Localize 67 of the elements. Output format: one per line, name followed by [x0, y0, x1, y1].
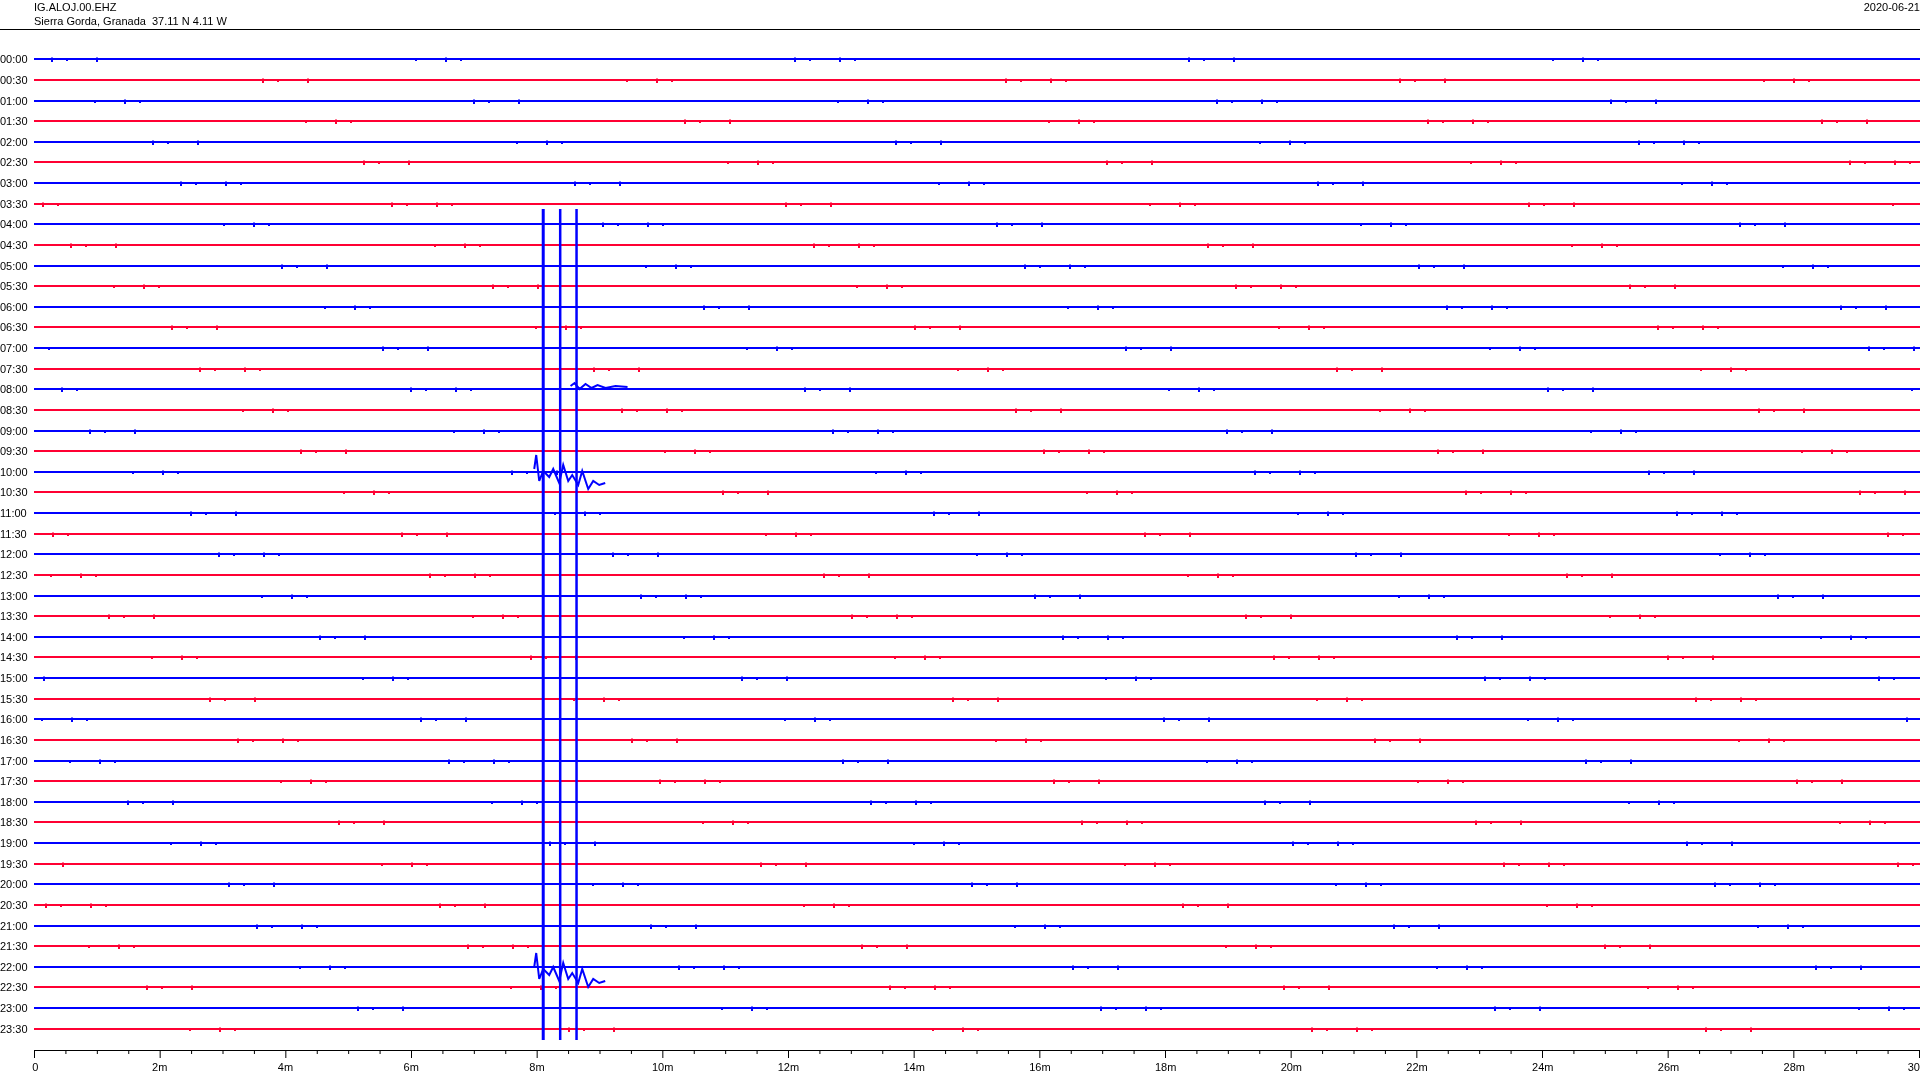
time-label: 08:00 — [0, 383, 28, 396]
time-label: 04:30 — [0, 238, 28, 251]
time-label: 01:30 — [0, 115, 28, 128]
tick-label: 18m — [1154, 1061, 1177, 1073]
time-label: 19:00 — [0, 837, 28, 850]
time-label: 12:30 — [0, 568, 28, 581]
time-label: 20:00 — [0, 878, 28, 891]
time-label: 16:30 — [0, 733, 28, 746]
time-label: 23:30 — [0, 1022, 28, 1035]
tick-label: 12m — [777, 1061, 800, 1073]
tick-label: 26m — [1657, 1061, 1680, 1073]
time-label: 19:30 — [0, 857, 28, 870]
time-label: 00:00 — [0, 53, 28, 66]
time-label: 05:00 — [0, 259, 28, 272]
time-label: 17:00 — [0, 754, 28, 767]
time-label: 11:00 — [0, 507, 27, 520]
time-label: 20:30 — [0, 898, 28, 911]
tick-label: 16m — [1029, 1061, 1051, 1073]
date-label: 2020-06-21 — [1863, 0, 1920, 14]
tick-label: 10m — [651, 1061, 674, 1073]
tick-label: 14m — [903, 1061, 925, 1073]
time-label: 22:30 — [0, 981, 28, 994]
tick-label: 6m — [403, 1061, 419, 1073]
time-label: 11:30 — [0, 527, 27, 540]
time-label: 08:30 — [0, 403, 28, 416]
time-label: 15:00 — [0, 672, 28, 685]
tick-label: 28m — [1783, 1061, 1805, 1073]
time-label: 09:00 — [0, 424, 28, 437]
time-label: 10:30 — [0, 486, 28, 499]
time-label: 07:30 — [0, 362, 28, 375]
time-label: 06:00 — [0, 300, 28, 313]
time-label: 02:00 — [0, 135, 28, 148]
time-label: 14:30 — [0, 651, 28, 664]
time-label: 21:00 — [0, 919, 28, 932]
time-label: 00:30 — [0, 73, 28, 86]
time-label: 13:00 — [0, 589, 28, 602]
time-label: 09:30 — [0, 445, 28, 458]
time-label: 06:30 — [0, 321, 28, 334]
tick-label: 22m — [1406, 1061, 1428, 1073]
time-label: 15:30 — [0, 692, 28, 705]
station-code: IG.ALOJ.00.EHZ — [34, 0, 118, 14]
time-label: 21:30 — [0, 940, 28, 953]
time-label: 13:30 — [0, 610, 28, 623]
time-label: 17:30 — [0, 775, 28, 788]
time-label: 14:00 — [0, 630, 28, 643]
time-label: 23:00 — [0, 1002, 28, 1015]
tick-label: 20m — [1280, 1061, 1303, 1073]
time-label: 12:00 — [0, 548, 28, 561]
time-label: 03:30 — [0, 197, 28, 210]
time-label: 02:30 — [0, 156, 28, 169]
time-label: 01:00 — [0, 94, 28, 107]
tick-label: 30 — [1907, 1061, 1920, 1073]
station-location: Sierra Gorda, Granada 37.11 N 4.11 W — [34, 14, 227, 28]
time-label: 04:00 — [0, 218, 28, 231]
time-label: 22:00 — [0, 960, 28, 973]
time-label: 07:00 — [0, 342, 28, 355]
tick-label: 24m — [1532, 1061, 1554, 1073]
tick-label: 0 — [32, 1061, 39, 1073]
time-label: 18:30 — [0, 816, 28, 829]
time-label: 10:00 — [0, 465, 28, 478]
tick-label: 2m — [152, 1061, 168, 1073]
time-label: 05:30 — [0, 280, 28, 293]
tick-label: 4m — [277, 1061, 294, 1073]
time-label: 18:00 — [0, 795, 28, 808]
tick-label: 8m — [529, 1061, 545, 1073]
time-label: 16:00 — [0, 713, 28, 726]
time-label: 03:00 — [0, 177, 28, 190]
